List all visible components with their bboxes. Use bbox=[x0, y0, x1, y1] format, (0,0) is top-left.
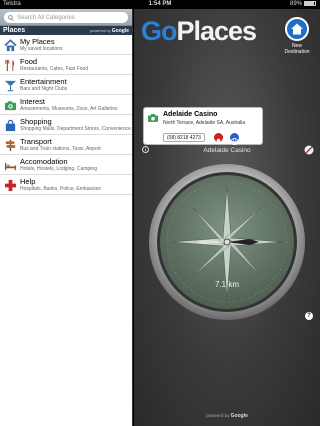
category-title: My Places bbox=[20, 37, 55, 46]
status-bar: Telstra 1:54 PM 89% bbox=[0, 0, 320, 9]
category-title: Shopping bbox=[20, 117, 52, 126]
category-subtitle: Amusements, Museums, Zoos, Art Galleries bbox=[20, 106, 118, 112]
category-title: Interest bbox=[20, 97, 46, 106]
powered-by-brand: Google bbox=[230, 413, 248, 419]
category-sidebar: Search All Categories Places powered by … bbox=[0, 9, 133, 426]
category-entertainment[interactable]: Entertainment Bars and Night Clubs bbox=[0, 75, 132, 95]
category-title: Transport bbox=[20, 137, 52, 146]
compass-dial bbox=[149, 164, 305, 320]
bed-icon bbox=[3, 158, 17, 172]
category-transport[interactable]: Transport Bus and Train stations, Taxis,… bbox=[0, 135, 132, 155]
destination-card[interactable]: Adelaide Casino North Terrace, Adelaide … bbox=[143, 107, 263, 146]
powered-by-text: powered by bbox=[89, 28, 111, 33]
battery-percent: 89% bbox=[289, 1, 302, 7]
category-help[interactable]: Help Hospitals, Banks, Police, Embassies bbox=[0, 175, 132, 195]
clock: 1:54 PM bbox=[148, 1, 172, 7]
category-title: Help bbox=[20, 177, 36, 186]
app-logo: GoPlaces bbox=[141, 13, 258, 49]
destination-label: Adelaide Casino bbox=[203, 147, 251, 154]
house-icon bbox=[3, 38, 17, 52]
compass-toggle-icon[interactable] bbox=[304, 145, 314, 155]
search-icon bbox=[8, 14, 14, 21]
category-shopping[interactable]: Shopping Shopping Malls, Department Stor… bbox=[0, 115, 132, 135]
search-input[interactable]: Search All Categories bbox=[4, 12, 128, 23]
category-title: Entertainment bbox=[20, 77, 67, 86]
category-subtitle: Hospitals, Banks, Police, Embassies bbox=[20, 186, 101, 192]
new-destination-button[interactable]: New Destination bbox=[280, 17, 314, 55]
category-my-places[interactable]: My Places My saved locations bbox=[0, 35, 132, 55]
battery-indicator: 89% bbox=[290, 0, 316, 9]
category-title: Accomodation bbox=[20, 157, 68, 166]
logo-places: Places bbox=[176, 16, 258, 46]
cocktail-icon bbox=[3, 78, 17, 92]
search-bar: Search All Categories bbox=[0, 9, 132, 26]
phone-button[interactable]: (08) 8218 4273 bbox=[163, 133, 205, 142]
category-food[interactable]: Food Restaurants, Cafes, Fast Food bbox=[0, 55, 132, 75]
places-header: Places powered by Google bbox=[0, 26, 132, 35]
camera-icon bbox=[148, 114, 158, 122]
map-pin-icon[interactable] bbox=[214, 133, 223, 145]
globe-icon[interactable] bbox=[230, 133, 239, 146]
category-subtitle: Hotels, Hostels, Lodging, Camping bbox=[20, 166, 97, 172]
destination-address: North Terrace, Adelaide SA, Australia bbox=[163, 120, 246, 126]
category-subtitle: Restaurants, Cafes, Fast Food bbox=[20, 66, 89, 72]
shopping-bag-icon bbox=[3, 118, 17, 132]
category-subtitle: Bars and Night Clubs bbox=[20, 86, 68, 92]
destination-name: Adelaide Casino bbox=[163, 111, 218, 118]
red-cross-icon bbox=[3, 178, 17, 192]
camera-icon bbox=[3, 98, 17, 112]
logo-go: Go bbox=[141, 16, 177, 46]
category-subtitle: Bus and Train stations, Taxis, Airport bbox=[20, 146, 101, 152]
places-title: Places bbox=[3, 27, 26, 34]
category-subtitle: Shopping Malls, Department Stores, Conve… bbox=[20, 126, 132, 132]
search-placeholder: Search All Categories bbox=[17, 14, 75, 21]
home-icon bbox=[285, 17, 309, 41]
powered-by-brand: Google bbox=[111, 28, 129, 34]
category-subtitle: My saved locations bbox=[20, 46, 63, 52]
new-destination-label: New Destination bbox=[284, 43, 310, 55]
category-accomodation[interactable]: Accomodation Hotels, Hostels, Lodging, C… bbox=[0, 155, 132, 175]
fork-knife-icon bbox=[3, 58, 17, 72]
powered-by-google: powered by Google bbox=[134, 413, 320, 419]
distance-readout: 7.1 km bbox=[214, 280, 239, 289]
help-icon[interactable]: ? bbox=[305, 312, 313, 320]
compass-panel: GoPlaces New Destination Adelaide Casino… bbox=[134, 9, 320, 426]
category-interest[interactable]: Interest Amusements, Museums, Zoos, Art … bbox=[0, 95, 132, 115]
category-title: Food bbox=[20, 57, 38, 66]
battery-icon bbox=[304, 0, 316, 6]
powered-by-text: powered by bbox=[206, 413, 230, 418]
signpost-icon bbox=[3, 138, 17, 152]
